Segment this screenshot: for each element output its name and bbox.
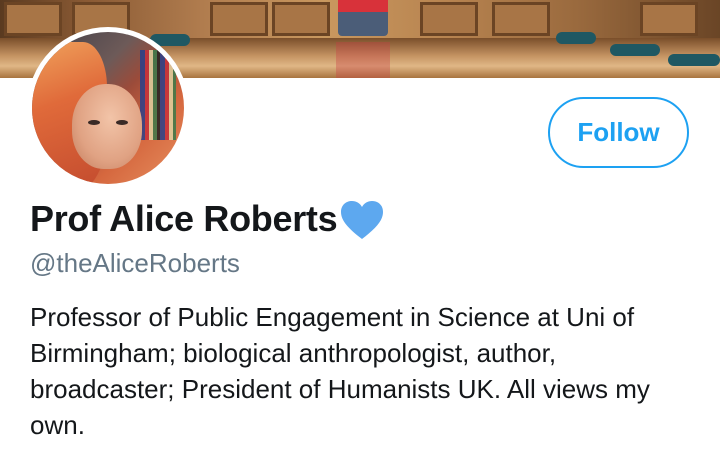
avatar-face <box>72 84 142 169</box>
avatar-photo <box>32 32 184 184</box>
banner-seat <box>556 32 596 44</box>
avatar-bookshelf <box>140 50 176 140</box>
banner-panel <box>420 2 478 36</box>
banner-panel <box>210 2 268 36</box>
blue-heart-icon <box>341 201 384 239</box>
banner-seat <box>668 54 720 66</box>
profile-avatar[interactable] <box>27 27 189 189</box>
banner-seat <box>610 44 660 56</box>
banner-panel <box>4 2 62 36</box>
follow-button[interactable]: Follow <box>548 97 689 168</box>
profile-name-row: Prof Alice Roberts <box>30 197 385 241</box>
banner-panel <box>272 2 330 36</box>
avatar-eye <box>116 120 128 125</box>
profile-handle: @theAliceRoberts <box>30 248 240 278</box>
banner-panel <box>492 2 550 36</box>
profile-name: Prof Alice Roberts <box>30 198 338 239</box>
banner-person-shirt <box>338 0 388 12</box>
banner-reflection <box>336 42 390 78</box>
avatar-eye <box>88 120 100 125</box>
profile-bio: Professor of Public Engagement in Scienc… <box>30 302 650 440</box>
banner-panel <box>640 2 698 36</box>
